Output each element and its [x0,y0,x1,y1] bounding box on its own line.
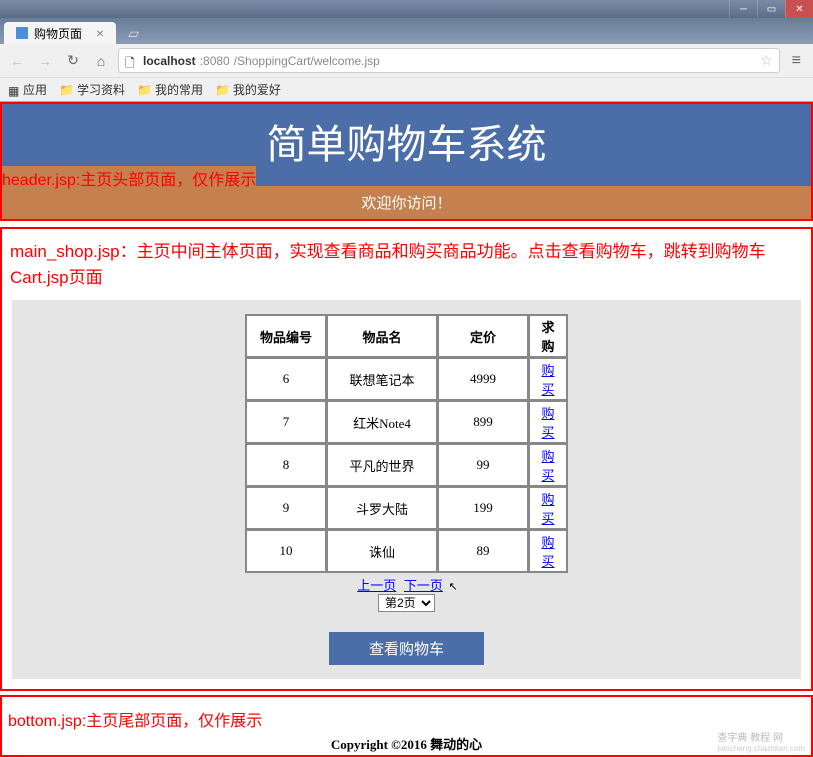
cell-name: 诛仙 [327,530,437,572]
back-button[interactable]: ← [6,50,28,72]
reload-button[interactable]: ↻ [62,50,84,72]
table-row: 9斗罗大陆199 购买 [246,487,567,529]
header-annotation: header.jsp:主页头部页面，仅作展示 [2,166,256,190]
tab-bar: 购物页面 × ▱ [0,18,813,44]
cell-price: 89 [438,530,528,572]
browser-chrome-container: ─ ▭ ✕ 购物页面 × ▱ ← → ↻ ⌂ 🗋 localhost :8080 /… [0,0,813,102]
buy-link[interactable]: 购买 [541,492,554,526]
cell-id: 7 [246,401,326,443]
bookmark-myhobby[interactable]: 📁 我的爱好 [215,81,281,98]
folder-icon: 📁 [137,83,152,97]
table-row: 10诛仙89 购买 [246,530,567,572]
bottom-annotation: bottom.jsp:主页尾部页面，仅作展示 [2,697,268,734]
cell-buy: 购买 [529,530,567,572]
tab-favicon-icon [16,27,28,39]
cell-name: 平凡的世界 [327,444,437,486]
folder-icon: 📁 [215,83,230,97]
cell-id: 6 [246,358,326,400]
table-row: 7红米Note4899 购买 [246,401,567,443]
prev-page-link[interactable]: 上一页 [357,578,396,593]
copyright-text: Copyright ©2016 舞动的心 [2,734,811,755]
buy-link[interactable]: 购买 [541,363,554,397]
cell-id: 9 [246,487,326,529]
address-bar: ← → ↻ ⌂ 🗋 localhost :8080/ShoppingCart/we… [0,44,813,77]
home-button[interactable]: ⌂ [90,50,112,72]
cell-name: 联想笔记本 [327,358,437,400]
cell-price: 4999 [438,358,528,400]
bookmark-mycommon[interactable]: 📁 我的常用 [137,81,203,98]
bottom-section: bottom.jsp:主页尾部页面，仅作展示 Copyright ©2016 舞… [0,695,813,757]
cell-buy: 购买 [529,444,567,486]
product-table: 物品编号 物品名 定价 求购 6联想笔记本4999购买7红米Note4899购买… [245,314,568,573]
next-page-link[interactable]: 下一页 [404,578,443,593]
window-minimize-button[interactable]: ─ [729,0,757,18]
browser-tab[interactable]: 购物页面 × [4,22,116,44]
page-body: 简单购物车系统 header.jsp:主页头部页面，仅作展示 欢迎你访问！ ma… [0,102,813,757]
buy-link[interactable]: 购买 [541,449,554,483]
folder-icon: 📁 [59,83,74,97]
url-path: /ShoppingCart/welcome.jsp [234,54,380,68]
bookmark-star-icon[interactable]: ☆ [760,52,773,69]
bookmark-study[interactable]: 📁 学习资料 [59,81,125,98]
new-tab-button[interactable]: ▱ [122,23,145,44]
buy-link[interactable]: 购买 [541,535,554,569]
browser-menu-button[interactable]: ≡ [786,52,807,70]
cell-name: 斗罗大陆 [327,487,437,529]
shop-area: 物品编号 物品名 定价 求购 6联想笔记本4999购买7红米Note4899购买… [12,300,801,679]
col-header-price: 定价 [438,315,528,357]
table-row: 8平凡的世界99 购买 [246,444,567,486]
col-header-id: 物品编号 [246,315,326,357]
bookmarks-bar: ▦ 应用 📁 学习资料 📁 我的常用 📁 我的爱好 [0,77,813,101]
cell-id: 10 [246,530,326,572]
cell-buy: 购买 [529,358,567,400]
page-select[interactable]: 第2页 [378,594,435,612]
cursor-icon: ↖ [449,581,458,593]
pager: 上一页 下一页 ↖ 第2页 [12,575,801,612]
url-input[interactable]: 🗋 localhost :8080/ShoppingCart/welcome.js… [118,48,780,73]
window-maximize-button[interactable]: ▭ [757,0,785,18]
header-section: 简单购物车系统 header.jsp:主页头部页面，仅作展示 欢迎你访问！ [0,102,813,221]
view-cart-button[interactable]: 查看购物车 [329,632,484,665]
url-port: :8080 [200,54,230,68]
window-controls: ─ ▭ ✕ [0,0,813,18]
tab-close-icon[interactable]: × [96,25,104,41]
table-header-row: 物品编号 物品名 定价 求购 [246,315,567,357]
main-shop-section: main_shop.jsp：主页中间主体页面，实现查看商品和购买商品功能。点击查… [0,227,813,691]
window-close-button[interactable]: ✕ [785,0,813,18]
col-header-buy: 求购 [529,315,567,357]
bookmark-apps[interactable]: ▦ 应用 [8,81,47,98]
cell-price: 199 [438,487,528,529]
welcome-text: 欢迎你访问！ [2,186,811,219]
tab-title: 购物页面 [34,25,82,42]
cell-buy: 购买 [529,401,567,443]
cell-price: 99 [438,444,528,486]
url-host: localhost [143,54,196,68]
main-annotation: main_shop.jsp：主页中间主体页面，实现查看商品和购买商品功能。点击查… [2,229,811,300]
forward-button[interactable]: → [34,50,56,72]
cell-id: 8 [246,444,326,486]
cell-buy: 购买 [529,487,567,529]
page-icon: 🗋 [125,54,139,68]
col-header-name: 物品名 [327,315,437,357]
table-row: 6联想笔记本4999 购买 [246,358,567,400]
apps-icon: ▦ [8,84,20,96]
cell-price: 899 [438,401,528,443]
buy-link[interactable]: 购买 [541,406,554,440]
watermark: 查字典 教程 网 jiaocheng.chazidian.com [717,729,805,753]
cell-name: 红米Note4 [327,401,437,443]
